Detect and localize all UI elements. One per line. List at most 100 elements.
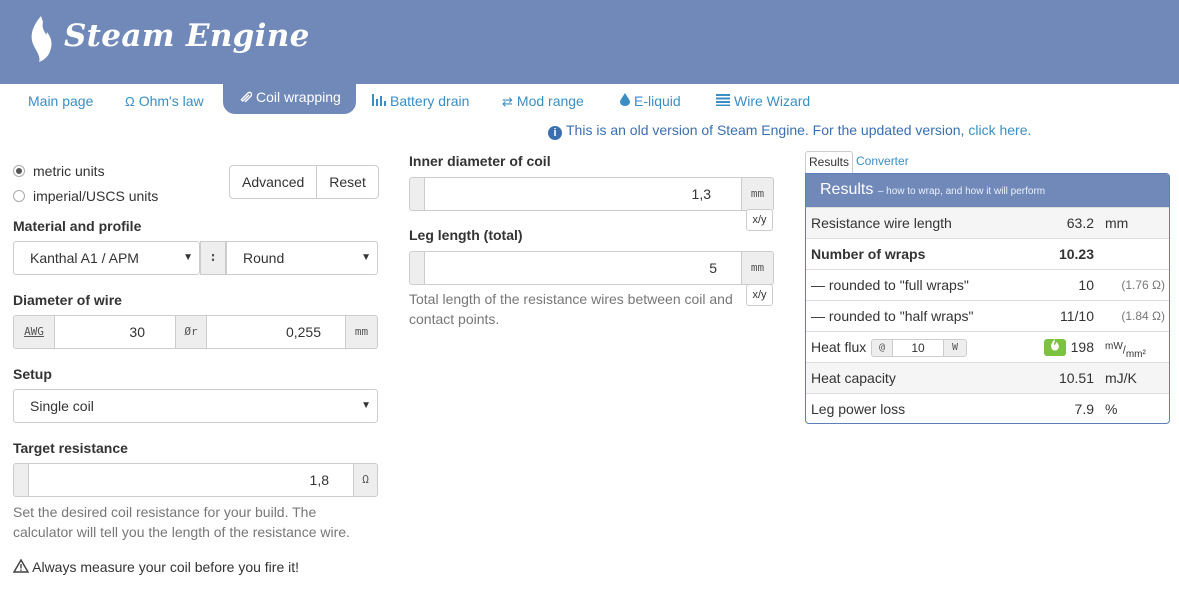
inner-diameter-input[interactable]: 1,3 bbox=[424, 177, 742, 211]
radio-unchecked[interactable] bbox=[13, 190, 25, 202]
nav-label: Wire Wizard bbox=[734, 93, 811, 109]
nav-battery-drain[interactable]: Battery drain bbox=[372, 84, 469, 118]
unit-numerator: mW bbox=[1105, 341, 1123, 352]
profile-select[interactable]: Round ▼ bbox=[226, 241, 378, 275]
result-row-leg-power-loss: Leg power loss 7.9 % bbox=[806, 393, 1169, 423]
inner-diameter-unit: mm bbox=[741, 177, 774, 211]
profile-value: Round bbox=[243, 250, 285, 266]
results-subtitle: – how to wrap, and how it will perform bbox=[877, 186, 1046, 197]
diameter-symbol-addon: Ør bbox=[175, 315, 207, 349]
nav-e-liquid[interactable]: E-liquid bbox=[620, 84, 681, 118]
list-icon bbox=[716, 85, 730, 119]
result-row-wraps: Number of wraps 10.23 bbox=[806, 238, 1169, 269]
nav-label: Coil wrapping bbox=[256, 89, 341, 105]
result-value: 10 bbox=[1078, 277, 1094, 293]
result-value: 10.23 bbox=[1058, 246, 1094, 262]
result-row-full-wraps: — rounded to "full wraps" 10 (1.76 Ω) bbox=[806, 269, 1169, 300]
result-value: 11/10 bbox=[1060, 308, 1094, 324]
result-row-half-wraps: — rounded to "half wraps" 11/10 (1.84 Ω) bbox=[806, 300, 1169, 331]
metric-units-option[interactable]: metric units bbox=[13, 163, 105, 179]
nav-label: Battery drain bbox=[390, 93, 470, 109]
diameter-mm-input[interactable]: 0,255 bbox=[206, 315, 346, 349]
nav-label: Ohm's law bbox=[138, 93, 204, 109]
warning-icon bbox=[12, 558, 32, 575]
bar-chart-icon bbox=[372, 85, 386, 119]
result-label: Heat capacity bbox=[811, 370, 896, 386]
app-header: Steam Engine bbox=[0, 0, 1179, 84]
radio-label: imperial/USCS units bbox=[33, 188, 159, 204]
nav-ohms-law[interactable]: Ω Ohm's law bbox=[125, 84, 204, 118]
leg-length-label: Leg length (total) bbox=[409, 227, 523, 243]
radio-label: metric units bbox=[33, 163, 105, 179]
target-resistance-label: Target resistance bbox=[13, 440, 128, 456]
awg-input[interactable]: 30 bbox=[54, 315, 176, 349]
result-label: Number of wraps bbox=[811, 246, 926, 262]
arrows-icon: ⇄ bbox=[502, 94, 513, 109]
leg-length-input[interactable]: 5 bbox=[424, 251, 742, 285]
target-resistance-help: Set the desired coil resistance for your… bbox=[13, 504, 350, 540]
ohm-icon: Ω bbox=[125, 94, 135, 109]
nav-main-page[interactable]: Main page bbox=[28, 84, 93, 118]
setup-label: Setup bbox=[13, 366, 52, 382]
diameter-label: Diameter of wire bbox=[13, 292, 122, 308]
advanced-button[interactable]: Advanced bbox=[229, 165, 318, 199]
fire-icon bbox=[1044, 339, 1066, 356]
result-value: 7.9 bbox=[1074, 401, 1094, 417]
leg-length-unit: mm bbox=[741, 251, 774, 285]
nav-mod-range[interactable]: ⇄ Mod range bbox=[502, 84, 584, 118]
nav-label: Mod range bbox=[516, 93, 584, 109]
heat-flux-watts-input[interactable]: 10 bbox=[892, 339, 944, 357]
setup-select[interactable]: Single coil ▼ bbox=[13, 389, 378, 423]
diameter-unit-addon: mm bbox=[345, 315, 378, 349]
tab-converter[interactable]: Converter bbox=[853, 151, 912, 173]
result-unit: mJ/K bbox=[1105, 370, 1137, 386]
action-buttons: Advanced Reset bbox=[229, 165, 379, 199]
warning-text: Always measure your coil before you fire… bbox=[32, 559, 300, 575]
app-logo-text[interactable]: Steam Engine bbox=[64, 18, 310, 54]
result-label: Leg power loss bbox=[811, 401, 906, 417]
material-separator: : bbox=[200, 241, 226, 275]
material-label: Material and profile bbox=[13, 218, 142, 234]
result-value: 10.51 bbox=[1058, 370, 1094, 386]
reset-button[interactable]: Reset bbox=[317, 165, 379, 199]
ohm-unit-addon: Ω bbox=[353, 463, 378, 497]
nav-label: Main page bbox=[28, 93, 94, 109]
at-addon: @ bbox=[871, 339, 893, 357]
awg-addon[interactable]: AWG bbox=[13, 315, 55, 349]
info-icon: i bbox=[548, 126, 562, 140]
result-label: — rounded to "half wraps" bbox=[811, 308, 974, 324]
nav-label: E-liquid bbox=[634, 93, 681, 109]
watt-addon: W bbox=[943, 339, 967, 357]
result-label: Resistance wire length bbox=[811, 215, 952, 231]
material-select[interactable]: Kanthal A1 / APM ▼ bbox=[13, 241, 200, 275]
result-label: Heat flux bbox=[811, 339, 867, 355]
nav-wire-wizard[interactable]: Wire Wizard bbox=[716, 84, 810, 118]
slider-handle-addon[interactable] bbox=[409, 177, 425, 211]
result-resistance: (1.76 Ω) bbox=[1121, 278, 1165, 292]
caret-down-icon: ▼ bbox=[361, 252, 371, 263]
result-row-heat-flux: Heat flux @ 10 W 198 mW/mm² bbox=[806, 331, 1169, 362]
paperclip-icon bbox=[238, 85, 253, 111]
result-row-heat-capacity: Heat capacity 10.51 mJ/K bbox=[806, 362, 1169, 393]
tab-results[interactable]: Results bbox=[805, 151, 854, 173]
unit-denominator: mm² bbox=[1125, 348, 1146, 360]
measure-warning: Always measure your coil before you fire… bbox=[12, 558, 300, 575]
imperial-units-option[interactable]: imperial/USCS units bbox=[13, 188, 158, 204]
leg-length-ratio-toggle[interactable]: x/y bbox=[746, 284, 773, 306]
inner-diameter-ratio-toggle[interactable]: x/y bbox=[746, 209, 773, 231]
leg-length-help: Total length of the resistance wires bet… bbox=[409, 291, 733, 327]
notice-link[interactable]: click here. bbox=[968, 122, 1031, 138]
drop-icon bbox=[620, 85, 630, 119]
result-row-wire-length: Resistance wire length 63.2 mm bbox=[806, 207, 1169, 238]
result-value: 63.2 bbox=[1066, 215, 1094, 231]
flame-icon bbox=[31, 16, 52, 62]
result-unit: mm bbox=[1105, 215, 1129, 231]
results-title: Results bbox=[820, 181, 874, 198]
results-header: Results – how to wrap, and how it will p… bbox=[806, 174, 1169, 207]
slider-handle-addon[interactable] bbox=[13, 463, 29, 497]
slider-handle-addon[interactable] bbox=[409, 251, 425, 285]
nav-coil-wrapping[interactable]: Coil wrapping bbox=[223, 84, 356, 114]
result-resistance: (1.84 Ω) bbox=[1121, 309, 1165, 323]
radio-checked[interactable] bbox=[13, 165, 25, 177]
target-resistance-input[interactable]: 1,8 bbox=[28, 463, 354, 497]
